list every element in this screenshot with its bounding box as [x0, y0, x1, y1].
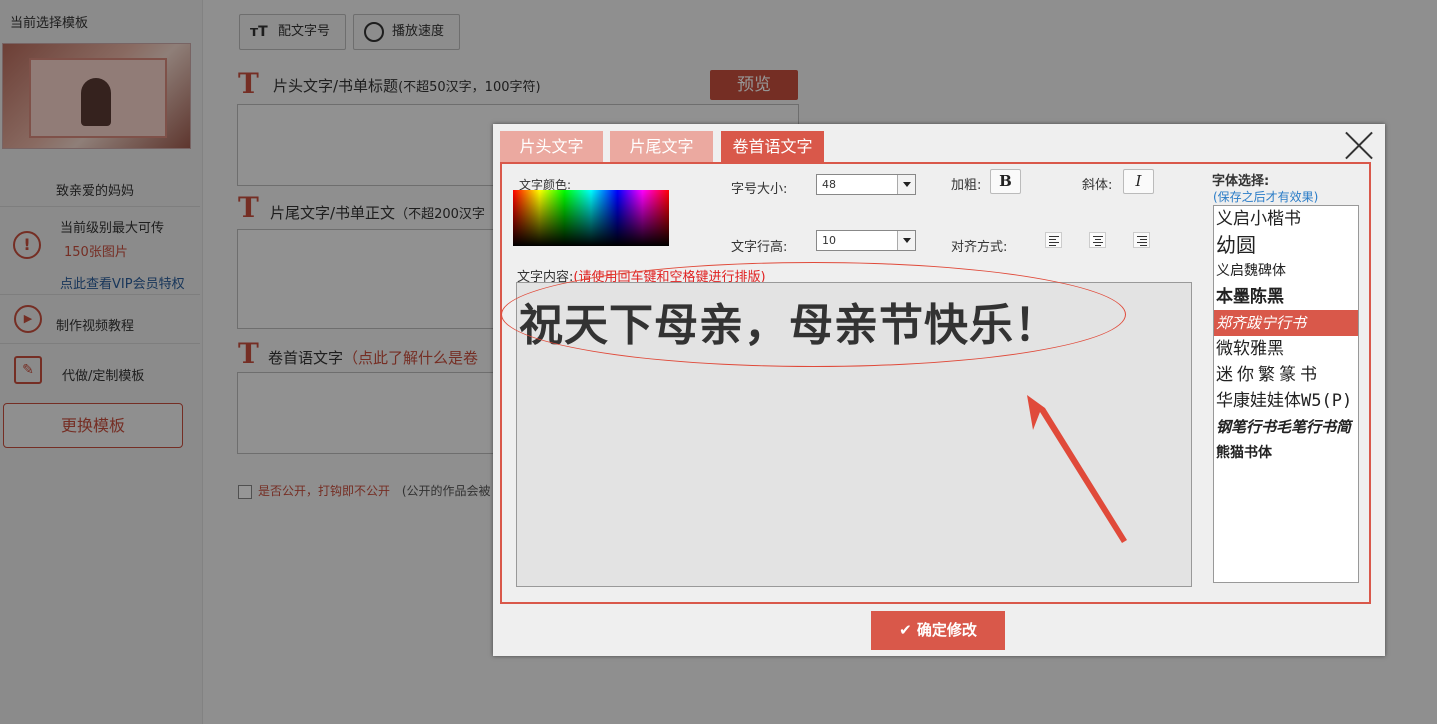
- annotation-arrow: [1027, 395, 1127, 543]
